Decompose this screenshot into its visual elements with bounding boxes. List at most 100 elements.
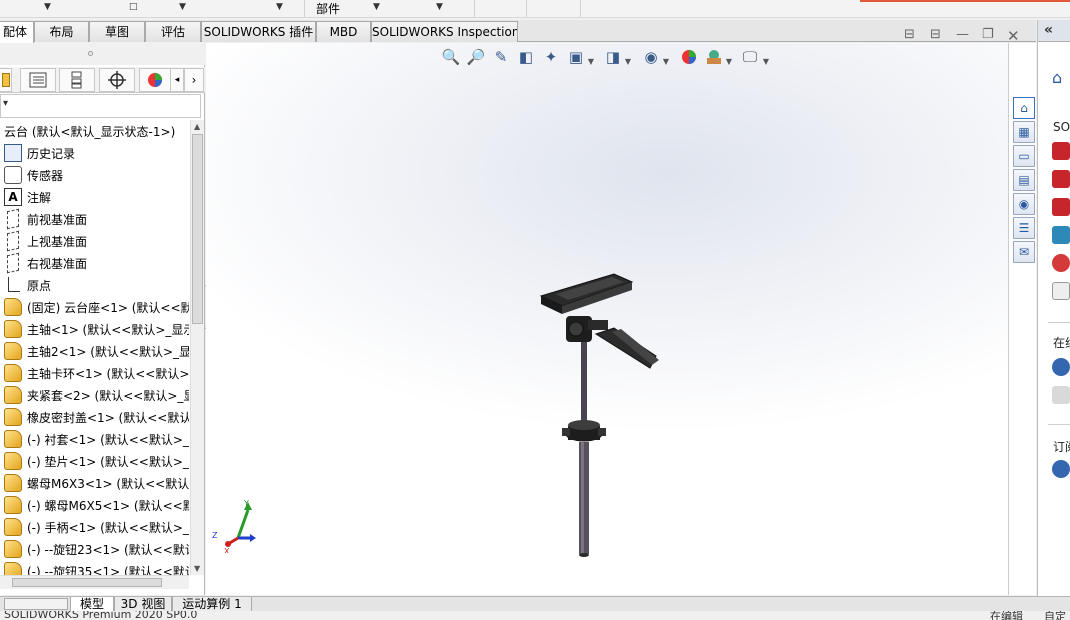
collapse-task-pane-button[interactable]: « [1038, 20, 1070, 42]
tree-item-part[interactable]: 螺母M6X3<1> (默认<<默认>_显示状态 1>) [0, 472, 189, 494]
tab-3d-view[interactable]: 3D 视图 [114, 597, 172, 612]
view-palette-icon[interactable]: ◉ [1013, 193, 1035, 215]
custom-properties-icon[interactable]: ✉ [1013, 241, 1035, 263]
mate-label[interactable]: 部件 [316, 0, 340, 17]
tree-item-part[interactable]: 夹紧套<2> (默认<<默认>_显示状态 1>) [0, 384, 189, 406]
tab-evaluate[interactable]: 评估 [145, 21, 201, 42]
graphics-area[interactable]: ⊟ ⊟ — ❐ ✕ 🔍 🔎 ✎ ◧ ✦ ▣ ▼ ◨ ▼ ◉ ▼ ▼ 🖵 ▼ Y … [206, 27, 1036, 595]
tree-item-part[interactable]: (固定) 云台座<1> (默认<<默认>_显示状态 1>) [0, 296, 189, 318]
tree-item-part[interactable]: (-) --旋钮35<1> (默认<<默认>_显示状态 1>) [0, 560, 189, 575]
add-ins-icon[interactable] [1052, 254, 1070, 272]
apply-scene-icon[interactable] [705, 48, 723, 66]
tree-item-part[interactable]: 主轴卡环<1> (默认<<默认>_显示状态 1>) [0, 362, 189, 384]
tree-item-annotations[interactable]: A 注解 [0, 186, 189, 208]
home-icon[interactable]: ⌂ [1013, 97, 1035, 119]
tab-sketch[interactable]: 草图 [89, 21, 145, 42]
solidworks-document-icon[interactable] [1052, 198, 1070, 216]
home-icon[interactable]: ⌂ [1052, 68, 1070, 87]
chevron-down-icon[interactable]: ▼ [725, 52, 733, 70]
tree-horizontal-scrollbar[interactable] [0, 575, 189, 589]
status-editing: 在编辑 [990, 611, 1023, 620]
tree-item-part[interactable]: 橡皮密封盖<1> (默认<<默认>_显示状态 1>) [0, 406, 189, 428]
tab-solidworks-addins[interactable]: SOLIDWORKS 插件 [201, 21, 316, 42]
resources-icon[interactable]: ▦ [1013, 121, 1035, 143]
tree-item-sensors[interactable]: 传感器 [0, 164, 189, 186]
tab-assembly[interactable]: 配体 [0, 21, 34, 43]
tree-item-part[interactable]: (-) --旋钮23<1> (默认<<默认>_显示状态 1>) [0, 538, 189, 560]
chevron-down-icon[interactable]: ▼ [373, 2, 380, 12]
chevron-down-icon[interactable]: ▼ [276, 2, 283, 12]
tab-model[interactable]: 模型 [70, 597, 114, 612]
hide-show-items-icon[interactable]: ◉ [642, 48, 660, 66]
tree-item-part[interactable]: 主轴2<1> (默认<<默认>_显示状态 1>) [0, 340, 189, 362]
section-view-icon[interactable]: ◧ [517, 48, 535, 66]
part-icon [4, 364, 22, 382]
feature-manager-tab[interactable] [0, 68, 12, 92]
tab-solidworks-inspection[interactable]: SOLIDWORKS Inspection [371, 21, 518, 42]
restore-icon[interactable]: ❐ [982, 27, 994, 42]
zoom-to-area-icon[interactable]: 🔎 [467, 48, 486, 66]
tree-item-part[interactable]: (-) 衬套<1> (默认<<默认>_显示状态 1>) [0, 428, 189, 450]
tree-item-part[interactable]: (-) 手柄<1> (默认<<默认>_显示状态 1>) [0, 516, 189, 538]
minimize-icon[interactable]: — [956, 27, 969, 42]
tab-mbd[interactable]: MBD [316, 21, 371, 42]
dimxpert-manager-tab[interactable] [99, 68, 135, 92]
solidworks-document-icon[interactable] [1052, 142, 1070, 160]
status-bar: SOLIDWORKS Premium 2020 SP0.0 在编辑 自定义 [0, 611, 1070, 620]
tree-item-right-plane[interactable]: 右视基准面 [0, 252, 189, 274]
tutorial-icon[interactable] [1052, 226, 1070, 244]
tree-item-origin[interactable]: 原点 [0, 274, 189, 296]
chevron-down-icon[interactable]: ▼ [587, 52, 595, 70]
checkbox-icon[interactable]: □ [129, 2, 138, 12]
edit-appearance-icon[interactable] [680, 48, 698, 66]
pack-and-go-icon[interactable] [1052, 282, 1070, 300]
chevron-down-icon[interactable]: ▼ [662, 52, 670, 70]
scroll-thumb[interactable] [12, 578, 162, 587]
subscription-icon[interactable] [1052, 460, 1070, 478]
tree-item-top-plane[interactable]: 上视基准面 [0, 230, 189, 252]
tree-item-front-plane[interactable]: 前视基准面 [0, 208, 189, 230]
view-settings-icon[interactable]: 🖵 [741, 48, 759, 66]
zoom-to-fit-icon[interactable]: 🔍 [442, 48, 461, 66]
tree-filter[interactable]: ▾ [0, 94, 201, 118]
dynamic-annotation-icon[interactable]: ✦ [542, 48, 560, 66]
solidworks-document-icon[interactable] [1052, 170, 1070, 188]
tree-item-part[interactable]: (-) 垫片<1> (默认<<默认>_显示状态 1>) [0, 450, 189, 472]
appearances-icon[interactable]: ☰ [1013, 217, 1035, 239]
chevron-down-icon[interactable]: ▼ [179, 2, 186, 12]
part-icon [4, 562, 22, 575]
previous-view-icon[interactable]: ✎ [492, 48, 510, 66]
chevron-down-icon[interactable]: ▼ [624, 52, 632, 70]
model-3d-stabilizer[interactable] [526, 268, 676, 563]
scroll-right-arrow[interactable]: › [184, 68, 204, 92]
tab-scroll-buttons[interactable] [4, 598, 68, 610]
view-orientation-icon[interactable]: ▣ [567, 48, 585, 66]
scroll-thumb[interactable] [192, 134, 203, 324]
tree-item-part[interactable]: 主轴<1> (默认<<默认>_显示状态 1>) [0, 318, 189, 340]
tree-item-part[interactable]: (-) 螺母M6X5<1> (默认<<默认>_显示状态 1>) [0, 494, 189, 516]
scroll-down-arrow[interactable]: ▼ [194, 564, 200, 573]
online-resource-icon[interactable] [1052, 358, 1070, 376]
panel-grip[interactable] [0, 43, 205, 65]
scroll-up-arrow[interactable]: ▲ [194, 122, 200, 131]
file-explorer-icon[interactable]: ▤ [1013, 169, 1035, 191]
tab-motion-study[interactable]: 运动算例 1 [172, 597, 252, 612]
tile-right-icon[interactable]: ⊟ [930, 27, 941, 42]
filter-icon[interactable]: ▾ [3, 98, 8, 109]
chevron-down-icon[interactable]: ▼ [436, 2, 443, 12]
display-style-icon[interactable]: ◨ [604, 48, 622, 66]
status-custom[interactable]: 自定义 [1044, 611, 1070, 620]
tree-item-history[interactable]: 历史记录 [0, 142, 189, 164]
chevron-down-icon[interactable]: ▼ [762, 52, 770, 70]
tree-vertical-scrollbar[interactable]: ▲ ▼ [190, 120, 204, 575]
tab-layout[interactable]: 布局 [34, 21, 89, 42]
tile-left-icon[interactable]: ⊟ [904, 27, 915, 42]
design-library-icon[interactable]: ▭ [1013, 145, 1035, 167]
tree-root-assembly[interactable]: 云台 (默认<默认_显示状态-1>) [0, 120, 189, 142]
configuration-manager-tab[interactable] [59, 68, 95, 92]
display-manager-tab[interactable] [139, 68, 171, 92]
scroll-left-arrow[interactable]: ◂ [170, 68, 184, 92]
property-manager-tab[interactable] [20, 68, 56, 92]
chevron-down-icon[interactable]: ▼ [44, 2, 51, 12]
handshake-icon[interactable] [1052, 386, 1070, 404]
